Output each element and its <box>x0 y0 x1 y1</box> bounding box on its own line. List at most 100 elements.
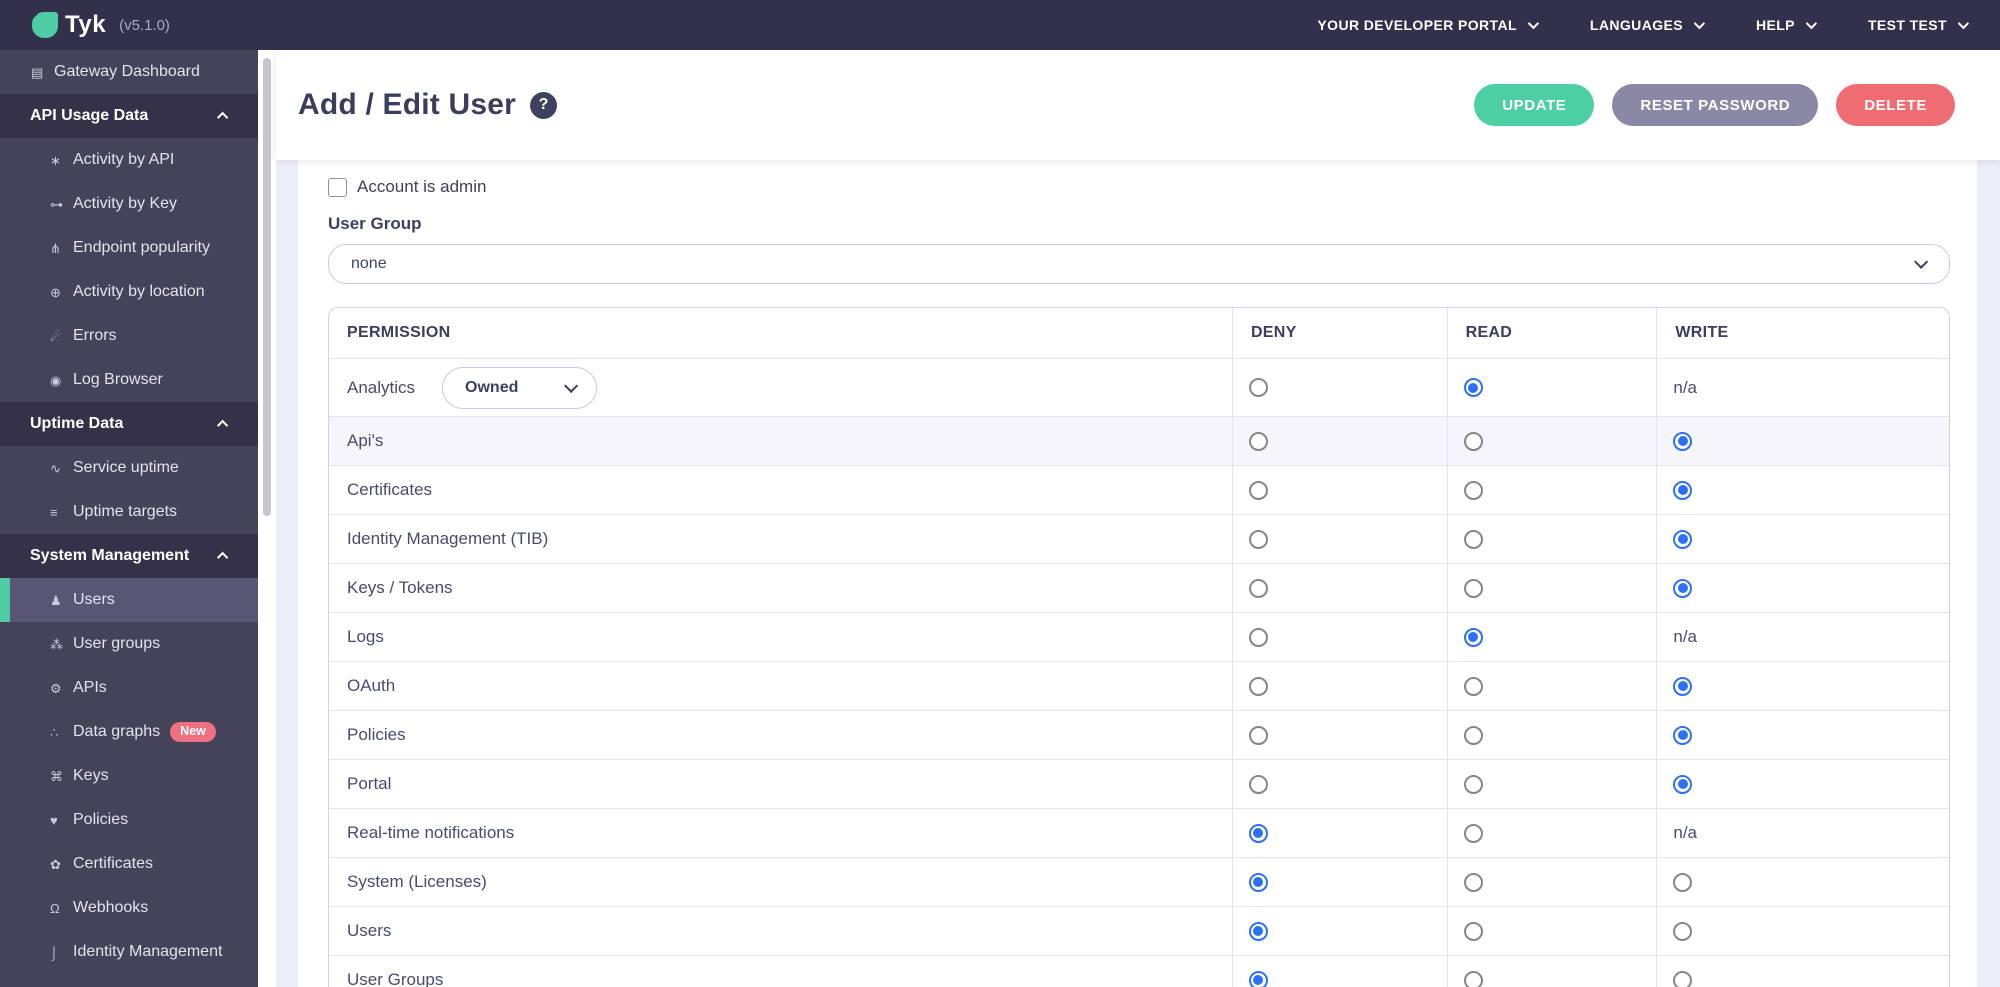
read-radio[interactable] <box>1463 529 1483 549</box>
write-radio[interactable] <box>1673 725 1693 745</box>
sidebar-scrollbar-thumb[interactable] <box>263 58 271 516</box>
topbar-menu-label: HELP <box>1755 17 1795 33</box>
hook-icon: ⌡ <box>50 944 58 960</box>
delete-button[interactable]: DELETE <box>1836 84 1955 126</box>
read-radio[interactable] <box>1463 378 1483 397</box>
topbar-menu-help[interactable]: HELP <box>1755 17 1818 33</box>
topbar-menu-test-test[interactable]: TEST TEST <box>1868 17 1970 33</box>
deny-radio[interactable] <box>1248 774 1268 794</box>
deny-radio[interactable] <box>1248 823 1268 843</box>
read-radio[interactable] <box>1463 725 1483 745</box>
tyk-logo-icon <box>32 12 58 38</box>
deny-radio[interactable] <box>1248 578 1268 598</box>
user-group-icon: ⁂ <box>50 636 63 652</box>
sidebar-item-users[interactable]: ♟ Users <box>0 578 258 622</box>
read-radio[interactable] <box>1463 921 1483 941</box>
deny-radio[interactable] <box>1248 431 1268 451</box>
sidebar-item-user-groups[interactable]: ⁂ User groups <box>0 622 258 666</box>
deny-cell <box>1233 662 1448 710</box>
sidebar-item-activity-by-location[interactable]: ⊕ Activity by location <box>0 270 258 314</box>
sidebar-item-service-uptime[interactable]: ∿ Service uptime <box>0 446 258 490</box>
topbar-menu-label: LANGUAGES <box>1589 17 1683 33</box>
sidebar-item-policies[interactable]: ♥ Policies <box>0 798 258 842</box>
write-radio[interactable] <box>1673 970 1693 987</box>
read-radio[interactable] <box>1463 431 1483 451</box>
deny-radio[interactable] <box>1248 970 1268 987</box>
chevron-down-icon <box>564 378 579 393</box>
deny-cell <box>1233 515 1448 563</box>
read-radio[interactable] <box>1463 676 1483 696</box>
sidebar-section-system-management[interactable]: System Management <box>0 534 258 578</box>
analytics-scope-select[interactable]: Owned <box>442 366 598 409</box>
read-radio[interactable] <box>1463 823 1483 843</box>
sidebar-item-label: Gateway Dashboard <box>54 63 200 80</box>
table-row-user-groups: User Groups <box>329 955 1949 987</box>
deny-cell <box>1233 956 1448 987</box>
user-form-card: Account is admin User Group none PERMISS… <box>298 160 1977 987</box>
sidebar-item-activity-by-api[interactable]: ∗ Activity by API <box>0 138 258 182</box>
sidebar-item-label: Keys <box>73 767 109 784</box>
sidebar-item-endpoint-popularity[interactable]: ⋔ Endpoint popularity <box>0 226 258 270</box>
bomb-icon: ☄ <box>50 328 62 344</box>
write-cell: n/a <box>1657 613 1949 661</box>
permission-cell: System (Licenses) <box>329 858 1233 906</box>
sidebar-item-gateway-dashboard[interactable]: ▤ Gateway Dashboard <box>0 50 258 94</box>
sidebar-item-data-graphs[interactable]: ∴ Data graphs New <box>0 710 258 754</box>
tyk-logo[interactable]: Tyk (v5.1.0) <box>32 11 170 39</box>
page-title: Add / Edit User <box>298 88 517 121</box>
sidebar-item-webhooks[interactable]: Ω Webhooks <box>0 886 258 930</box>
write-radio[interactable] <box>1673 529 1693 549</box>
sidebar-item-activity-by-key[interactable]: ⊶ Activity by Key <box>0 182 258 226</box>
write-radio[interactable] <box>1673 480 1693 500</box>
sidebar-item-log-browser[interactable]: ◉ Log Browser <box>0 358 258 402</box>
read-radio[interactable] <box>1463 970 1483 987</box>
update-button[interactable]: UPDATE <box>1474 84 1595 126</box>
write-radio[interactable] <box>1673 578 1693 598</box>
write-radio[interactable] <box>1673 872 1693 892</box>
sidebar-item-certificates[interactable]: ✿ Certificates <box>0 842 258 886</box>
read-radio[interactable] <box>1463 774 1483 794</box>
deny-radio[interactable] <box>1248 378 1268 397</box>
sidebar-section-uptime-data[interactable]: Uptime Data <box>0 402 258 446</box>
chevron-down-icon <box>1914 254 1929 269</box>
sidebar-item-uptime-targets[interactable]: ≡ Uptime targets <box>0 490 258 534</box>
read-cell <box>1448 760 1658 808</box>
read-radio[interactable] <box>1463 627 1483 647</box>
sidebar-item-errors[interactable]: ☄ Errors <box>0 314 258 358</box>
table-row-portal: Portal <box>329 759 1949 808</box>
write-radio[interactable] <box>1673 676 1693 696</box>
sidebar-item-identity-management[interactable]: ⌡ Identity Management <box>0 930 258 974</box>
sidebar-item-apis[interactable]: ⚙ APIs <box>0 666 258 710</box>
deny-radio[interactable] <box>1248 676 1268 696</box>
deny-cell <box>1233 907 1448 955</box>
reset-password-button[interactable]: RESET PASSWORD <box>1612 84 1819 126</box>
deny-radio[interactable] <box>1248 872 1268 892</box>
table-row-identity-management-tib: Identity Management (TIB) <box>329 514 1949 563</box>
read-radio[interactable] <box>1463 578 1483 598</box>
sidebar-item-keys[interactable]: ⌘ Keys <box>0 754 258 798</box>
sidebar-item-label: APIs <box>73 679 107 696</box>
user-group-select[interactable]: none <box>328 244 1950 284</box>
topbar-menu-languages[interactable]: LANGUAGES <box>1589 17 1706 33</box>
permission-name: Api's <box>347 431 384 450</box>
chevron-up-icon <box>216 419 229 432</box>
deny-radio[interactable] <box>1248 627 1268 647</box>
deny-radio[interactable] <box>1248 529 1268 549</box>
deny-radio[interactable] <box>1248 480 1268 500</box>
write-radio[interactable] <box>1673 774 1693 794</box>
read-cell <box>1448 359 1658 416</box>
deny-radio[interactable] <box>1248 921 1268 941</box>
header-actions: UPDATE RESET PASSWORD DELETE <box>1474 84 1955 126</box>
write-radio[interactable] <box>1673 431 1693 451</box>
gears-icon: ⚙ <box>50 680 62 696</box>
account-is-admin-checkbox[interactable] <box>328 177 347 197</box>
deny-radio[interactable] <box>1248 725 1268 745</box>
read-radio[interactable] <box>1463 872 1483 892</box>
read-radio[interactable] <box>1463 480 1483 500</box>
sidebar-section-api-usage-data[interactable]: API Usage Data <box>0 94 258 138</box>
topbar-menu-your-developer-portal[interactable]: YOUR DEVELOPER PORTAL <box>1317 17 1539 33</box>
sidebar-scrollbar-track <box>258 50 276 987</box>
write-cell <box>1657 417 1949 465</box>
write-radio[interactable] <box>1673 921 1693 941</box>
help-icon[interactable]: ? <box>530 91 558 119</box>
